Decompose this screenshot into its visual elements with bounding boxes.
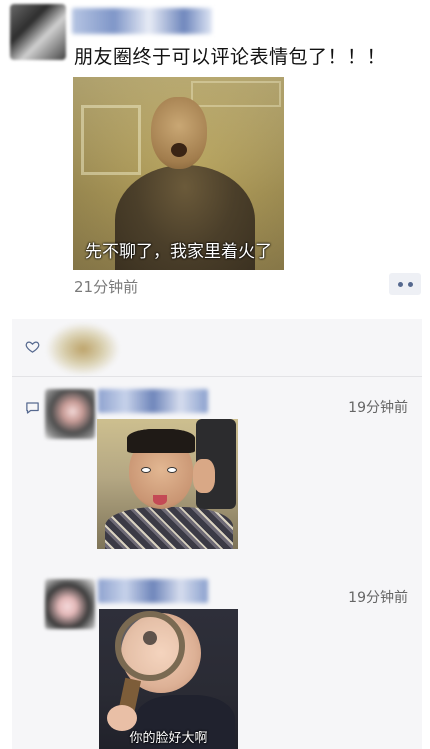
comment-bubble-icon <box>26 402 39 414</box>
liker-avatar-redacted[interactable] <box>47 323 119 375</box>
sticker-caption: 你的脸好大啊 <box>129 731 208 746</box>
more-dots-icon <box>407 281 413 287</box>
image-person-head <box>151 97 207 169</box>
post-image-caption: 先不聊了，我家里着火了 <box>85 242 272 262</box>
sticker-tongue <box>153 495 167 505</box>
image-shelf-frame <box>191 81 281 107</box>
comment-timestamp: 19分钟前 <box>348 590 408 606</box>
heart-icon <box>25 341 40 353</box>
interaction-panel: 19分钟前 19分钟前 你的脸好大啊 <box>12 319 422 749</box>
comment-author-name-redacted[interactable] <box>98 579 208 603</box>
post-author-name-redacted[interactable] <box>72 8 212 34</box>
image-window-frame <box>81 105 141 175</box>
comment-sticker-image[interactable] <box>97 419 238 549</box>
sticker-shirt <box>105 507 233 549</box>
post-image[interactable]: 先不聊了，我家里着火了 <box>73 77 284 270</box>
comment-author-name-redacted[interactable] <box>98 389 208 413</box>
image-person-mouth <box>171 143 187 157</box>
likes-divider <box>12 376 422 377</box>
sticker-hair-top <box>127 429 195 453</box>
likes-row <box>12 319 422 376</box>
comment-sticker-image[interactable]: 你的脸好大啊 <box>99 609 238 749</box>
sticker-hand <box>193 459 215 493</box>
comment-avatar[interactable] <box>45 389 95 439</box>
sticker-eye <box>167 467 177 473</box>
post-timestamp: 21分钟前 <box>74 278 139 296</box>
more-dots-icon <box>397 281 403 287</box>
more-options-button[interactable] <box>389 273 421 295</box>
post-text: 朋友圈终于可以评论表情包了！！！ <box>74 46 387 68</box>
comment-timestamp: 19分钟前 <box>348 400 408 416</box>
post-author-avatar[interactable] <box>10 4 66 60</box>
sticker-eye <box>141 467 151 473</box>
comment-avatar[interactable] <box>45 579 95 629</box>
magnifying-glass-icon <box>115 611 185 681</box>
